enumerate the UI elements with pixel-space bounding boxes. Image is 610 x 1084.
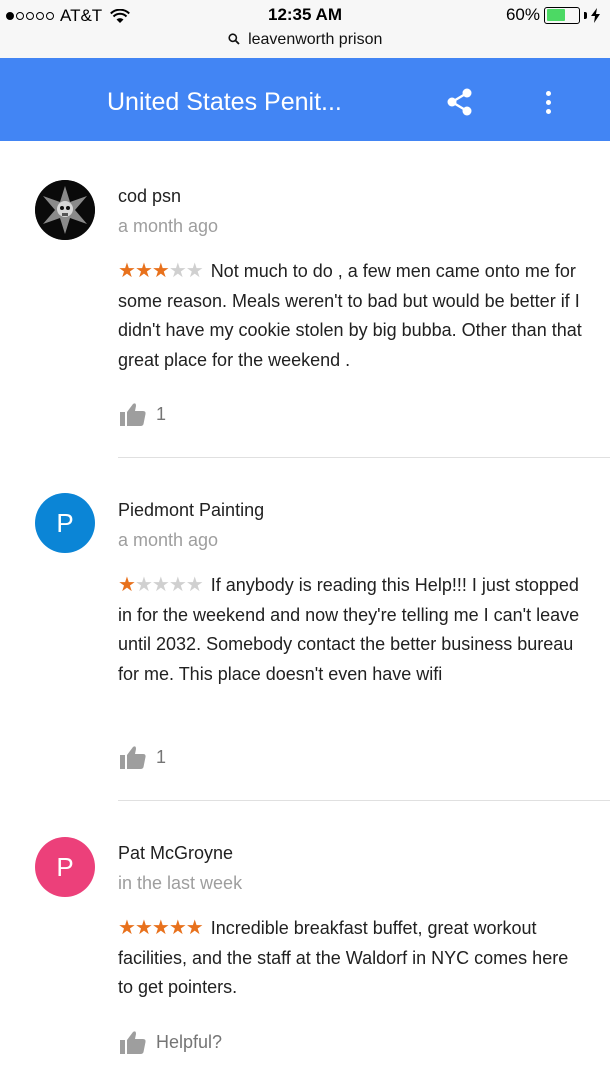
helpful-count: 1 bbox=[156, 403, 167, 424]
star-icon: ★ bbox=[185, 917, 204, 939]
review-author[interactable]: Pat McGroyne bbox=[118, 843, 233, 864]
app-header: United States Penit... bbox=[0, 58, 610, 141]
avatar[interactable] bbox=[35, 180, 95, 240]
review-author[interactable]: cod psn bbox=[118, 186, 181, 207]
helpful-count: 1 bbox=[156, 746, 167, 767]
share-icon[interactable] bbox=[444, 86, 476, 118]
star-icon: ★ bbox=[151, 260, 170, 282]
star-icon: ★ bbox=[185, 260, 204, 282]
review-author[interactable]: Piedmont Painting bbox=[118, 500, 264, 521]
thumbs-up-icon bbox=[120, 746, 146, 769]
star-icon: ★ bbox=[168, 574, 187, 596]
avatar-letter: P bbox=[56, 851, 74, 882]
review-body: ★★★★★ Incredible breakfast buffet, great … bbox=[118, 914, 588, 1003]
battery-icon bbox=[544, 6, 580, 24]
url-text: leavenworth prison bbox=[248, 31, 383, 48]
star-icon: ★ bbox=[118, 574, 136, 596]
review-body: ★★★★★ If anybody is reading this Help!!! … bbox=[118, 571, 588, 689]
more-options-icon[interactable] bbox=[536, 86, 560, 118]
star-icon: ★ bbox=[134, 917, 153, 939]
star-icon: ★ bbox=[134, 260, 153, 282]
star-icon: ★ bbox=[118, 917, 136, 939]
divider bbox=[118, 457, 610, 458]
star-icon: ★ bbox=[118, 260, 136, 282]
status-bar: AT&T 12:35 AM 60% leavenworth prison bbox=[0, 0, 610, 58]
star-icon: ★ bbox=[168, 260, 187, 282]
search-icon bbox=[228, 33, 240, 45]
review-time: a month ago bbox=[118, 216, 219, 236]
battery-percent: 60% bbox=[505, 5, 540, 24]
rating-stars: ★★★★★ bbox=[118, 914, 204, 944]
thumbs-up-icon bbox=[120, 1031, 146, 1054]
status-right: 60% bbox=[506, 5, 600, 25]
thumbs-up-icon bbox=[120, 403, 146, 426]
review-time: in the last week bbox=[118, 873, 243, 893]
skull-emblem-icon bbox=[35, 180, 95, 240]
avatar[interactable]: P bbox=[35, 493, 95, 553]
url-bar[interactable]: leavenworth prison bbox=[0, 31, 610, 49]
star-icon: ★ bbox=[151, 917, 170, 939]
avatar-letter: P bbox=[56, 507, 74, 538]
rating-stars: ★★★★★ bbox=[118, 257, 204, 287]
review-body: ★★★★★ Not much to do , a few men came ont… bbox=[118, 257, 588, 375]
star-icon: ★ bbox=[168, 917, 187, 939]
star-icon: ★ bbox=[185, 574, 204, 596]
helpful-button[interactable]: 1 bbox=[120, 745, 166, 769]
helpful-button[interactable]: 1 bbox=[120, 402, 166, 426]
star-icon: ★ bbox=[151, 574, 170, 596]
review-time: a month ago bbox=[118, 530, 219, 550]
rating-stars: ★★★★★ bbox=[118, 571, 204, 601]
avatar[interactable]: P bbox=[35, 837, 95, 897]
star-icon: ★ bbox=[134, 574, 153, 596]
page-title: United States Penit... bbox=[107, 88, 342, 116]
charging-icon bbox=[591, 7, 600, 23]
helpful-label: Helpful? bbox=[156, 1031, 223, 1052]
helpful-button[interactable]: Helpful? bbox=[120, 1030, 222, 1054]
divider bbox=[118, 800, 610, 801]
